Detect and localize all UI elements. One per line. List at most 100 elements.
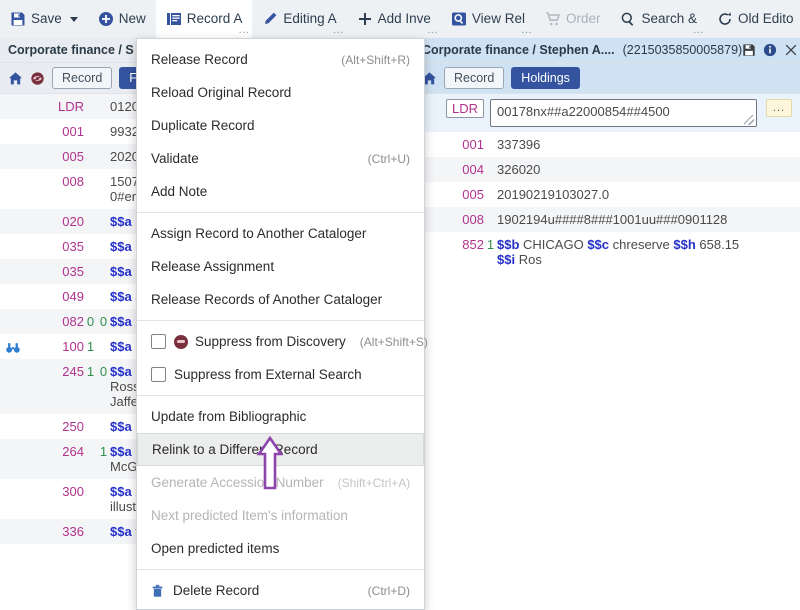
marc-value-ldr[interactable]: 00178nx##a22000854##4500 xyxy=(484,94,757,132)
menu-item-validate[interactable]: Validate (Ctrl+U) xyxy=(137,142,424,175)
marc-tag[interactable]: 035 xyxy=(26,259,84,284)
chevron-down-icon[interactable] xyxy=(69,16,78,22)
marc-tag[interactable]: 082 xyxy=(26,309,84,334)
marc-tag[interactable]: 035 xyxy=(26,234,84,259)
menu-item-release-assignment[interactable]: Release Assignment xyxy=(137,250,424,283)
marc-ind1[interactable] xyxy=(84,94,97,119)
toolbar-button-add-inventory[interactable]: Add Inve ... xyxy=(347,0,441,38)
toolbar-button-view-related[interactable]: View Rel ... xyxy=(441,0,535,38)
right-tab-holdings[interactable]: Holdings xyxy=(511,67,580,89)
marc-ind2[interactable] xyxy=(97,209,110,234)
marc-tag[interactable]: 001 xyxy=(26,119,84,144)
toolbar-button-record-actions[interactable]: Record A ... xyxy=(155,0,253,38)
marc-ind1[interactable] xyxy=(84,479,97,519)
marc-ind2[interactable] xyxy=(97,259,110,284)
menu-item-duplicate-record[interactable]: Duplicate Record xyxy=(137,109,424,142)
marc-ind1[interactable] xyxy=(84,519,97,544)
marc-tag[interactable]: 004 xyxy=(426,157,484,182)
marc-ind2[interactable] xyxy=(97,234,110,259)
ldr-input[interactable]: 00178nx##a22000854##4500 xyxy=(490,99,757,127)
toolbar-button-save[interactable]: Save xyxy=(0,0,88,38)
toolbar-button-editing-actions[interactable]: Editing A ... xyxy=(252,0,346,38)
table-row[interactable]: 001 337396 xyxy=(414,132,800,157)
marc-value[interactable]: 1902194u####8###1001uu###0901128 xyxy=(497,207,800,232)
marc-ind1[interactable]: 1 xyxy=(84,334,97,359)
marc-ind2[interactable] xyxy=(97,479,110,519)
menu-item-add-note[interactable]: Add Note xyxy=(137,175,424,208)
save-icon[interactable] xyxy=(742,43,756,57)
marc-ind1[interactable] xyxy=(84,234,97,259)
toolbar-ellipsis-record-actions[interactable]: ... xyxy=(239,25,250,36)
menu-item-delete-record[interactable]: Delete Record (Ctrl+D) xyxy=(137,574,424,607)
marc-ind2[interactable] xyxy=(97,169,110,209)
right-tab-record[interactable]: Record xyxy=(444,67,505,89)
marc-ind2[interactable] xyxy=(97,94,110,119)
marc-value[interactable]: 337396 xyxy=(497,132,800,157)
marc-ind1[interactable]: 0 xyxy=(84,309,97,334)
marc-tag[interactable]: 001 xyxy=(426,132,484,157)
marc-ind1[interactable] xyxy=(84,284,97,309)
table-row[interactable]: 852 1 $$b CHICAGO $$c chreserve $$h 658.… xyxy=(414,232,800,272)
binoculars-icon[interactable] xyxy=(6,342,20,354)
marc-ind1[interactable] xyxy=(484,207,497,232)
home-icon[interactable] xyxy=(8,71,23,86)
marc-ind2[interactable] xyxy=(97,414,110,439)
marc-tag[interactable]: 005 xyxy=(26,144,84,169)
marc-ind2[interactable] xyxy=(97,144,110,169)
menu-item-open-predicted-items[interactable]: Open predicted items xyxy=(137,532,424,565)
marc-tag[interactable]: 245 xyxy=(26,359,84,414)
table-row[interactable]: 005 20190219103027.0 xyxy=(414,182,800,207)
marc-tag[interactable]: 250 xyxy=(26,414,84,439)
marc-ind2[interactable]: 0 xyxy=(97,309,110,334)
marc-tag[interactable]: 005 xyxy=(426,182,484,207)
marc-ind1[interactable] xyxy=(84,259,97,284)
toolbar-ellipsis-add-inventory[interactable]: ... xyxy=(427,25,438,36)
marc-tag[interactable]: 852 xyxy=(426,232,484,272)
marc-row-actions[interactable]: ... xyxy=(757,94,800,132)
marc-ind2[interactable]: 1 xyxy=(97,439,110,479)
marc-ind1[interactable] xyxy=(84,119,97,144)
toolbar-button-search-and[interactable]: Search & ... xyxy=(610,0,707,38)
menu-item-assign-record-to-another-cataloger[interactable]: Assign Record to Another Cataloger xyxy=(137,217,424,250)
marc-ind1[interactable] xyxy=(484,157,497,182)
marc-ind1[interactable] xyxy=(84,169,97,209)
marc-ind1[interactable]: 1 xyxy=(84,359,97,414)
menu-item-release-records-of-another-cataloger[interactable]: Release Records of Another Cataloger xyxy=(137,283,424,316)
marc-ind1[interactable]: 1 xyxy=(484,232,497,272)
table-row[interactable]: 004 326020 xyxy=(414,157,800,182)
marc-ind2[interactable] xyxy=(97,119,110,144)
toolbar-ellipsis-editing-actions[interactable]: ... xyxy=(333,25,344,36)
toolbar-ellipsis-view-related[interactable]: ... xyxy=(521,25,532,36)
left-tab-record[interactable]: Record xyxy=(52,67,113,89)
marc-ind2[interactable] xyxy=(97,334,110,359)
marc-ind2[interactable] xyxy=(97,519,110,544)
marc-ind2[interactable] xyxy=(97,284,110,309)
marc-tag[interactable]: 300 xyxy=(26,479,84,519)
info-icon[interactable] xyxy=(763,43,777,57)
suppress-from-discovery-checkbox[interactable] xyxy=(151,334,166,349)
menu-item-suppress-from-external-search[interactable]: Suppress from External Search xyxy=(137,358,424,391)
marc-ind1[interactable] xyxy=(84,414,97,439)
marc-ind1[interactable] xyxy=(84,209,97,234)
marc-ind1[interactable] xyxy=(84,439,97,479)
marc-ind2[interactable]: 0 xyxy=(97,359,110,414)
marc-ind1[interactable] xyxy=(484,182,497,207)
resize-handle[interactable] xyxy=(744,115,754,125)
menu-item-reload-original-record[interactable]: Reload Original Record xyxy=(137,76,424,109)
marc-ind1[interactable] xyxy=(84,144,97,169)
marc-tag[interactable]: 049 xyxy=(26,284,84,309)
suppress-from-external-search-checkbox[interactable] xyxy=(151,367,166,382)
menu-item-update-from-bibliographic[interactable]: Update from Bibliographic xyxy=(137,400,424,433)
marc-ind1[interactable] xyxy=(484,132,497,157)
marc-tag[interactable]: 264 xyxy=(26,439,84,479)
marc-value[interactable]: 20190219103027.0 xyxy=(497,182,800,207)
menu-item-suppress-from-discovery[interactable]: Suppress from Discovery (Alt+Shift+S) xyxy=(137,325,428,358)
marc-value[interactable]: 326020 xyxy=(497,157,800,182)
marc-tag[interactable]: 100 xyxy=(26,334,84,359)
table-row[interactable]: 008 1902194u####8###1001uu###0901128 xyxy=(414,207,800,232)
table-row-ldr[interactable]: LDR 00178nx##a22000854##4500 ... xyxy=(414,94,800,132)
marc-tag[interactable]: 008 xyxy=(26,169,84,209)
marc-tag[interactable]: LDR xyxy=(26,94,84,119)
marc-tag[interactable]: 008 xyxy=(426,207,484,232)
menu-item-release-record[interactable]: Release Record (Alt+Shift+R) xyxy=(137,43,424,76)
